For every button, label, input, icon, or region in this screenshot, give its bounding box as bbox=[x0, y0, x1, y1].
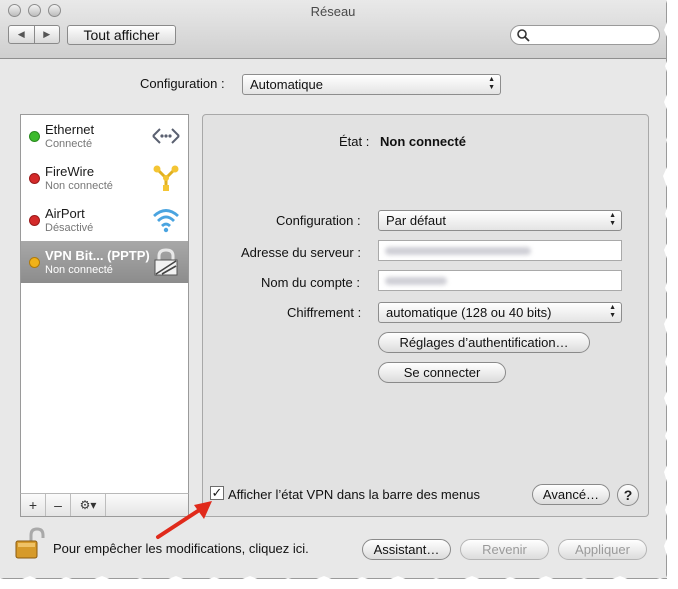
torn-edge-decoration bbox=[0, 0, 678, 589]
